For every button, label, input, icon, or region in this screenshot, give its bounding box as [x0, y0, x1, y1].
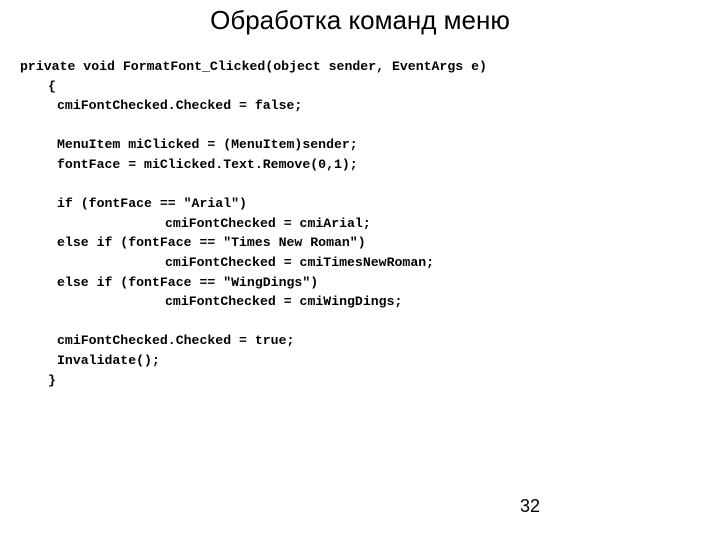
slide-title: Обработка команд меню	[210, 5, 510, 35]
code-line: else if (fontFace == "Times New Roman")	[57, 235, 366, 251]
code-line: cmiFontChecked.Checked = false;	[57, 98, 303, 114]
code-line: cmiFontChecked.Checked = true;	[57, 333, 295, 349]
page-number: 32	[520, 496, 541, 516]
code-line-close-brace: }	[48, 372, 56, 388]
code-line-open-brace: {	[48, 78, 56, 94]
code-line: else if (fontFace == "WingDings")	[57, 274, 319, 290]
code-line: if (fontFace == "Arial")	[57, 196, 247, 212]
code-line: Invalidate();	[57, 353, 160, 368]
code-line: fontFace = miClicked.Text.Remove(0,1);	[57, 157, 358, 172]
code-line: cmiFontChecked = cmiTimesNewRoman;	[165, 255, 435, 270]
code-line: cmiFontChecked = cmiWingDings;	[165, 294, 403, 310]
code-line-method-signature: private void FormatFont_Clicked(object s…	[20, 59, 487, 74]
code-line: cmiFontChecked = cmiArial;	[165, 215, 371, 231]
code-line: MenuItem miClicked = (MenuItem)sender;	[57, 137, 358, 153]
code-block: private void FormatFont_Clicked(object s…	[0, 57, 720, 388]
